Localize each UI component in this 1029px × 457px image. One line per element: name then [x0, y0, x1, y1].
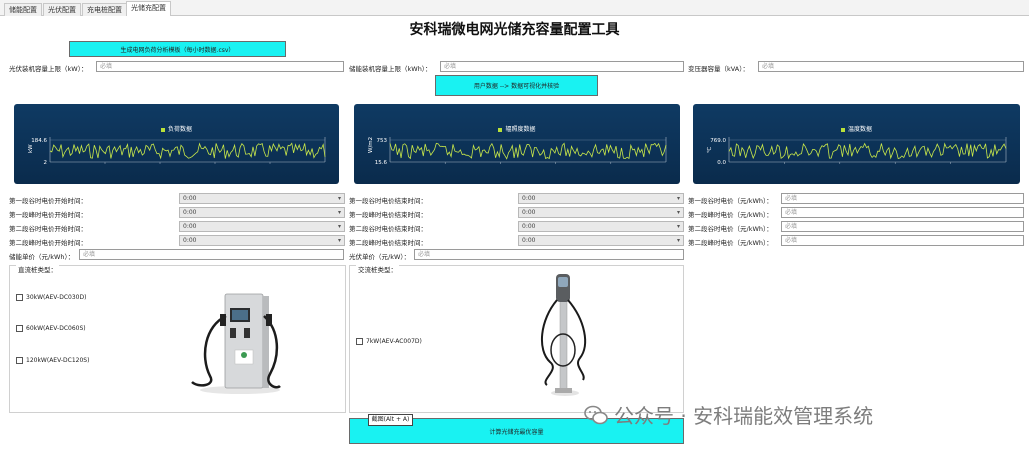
y-unit-label: W/m2 [368, 137, 374, 153]
temperature-chart: 温度数据 769.0 0.0 ℃ [693, 104, 1020, 184]
dc-option-60kw[interactable]: 60kW(AEV-DC060S) [16, 325, 86, 332]
chevron-down-icon: ▾ [337, 237, 341, 244]
peak1-end-select[interactable]: 0:00 ▾ [518, 207, 684, 218]
series-line [49, 142, 326, 160]
peak1-start-select[interactable]: 0:00 ▾ [179, 207, 345, 218]
valley1-end-select[interactable]: 0:00 ▾ [518, 193, 684, 204]
dc-charger-group-title: 直流桩类型： [16, 264, 59, 274]
pv-unit-price-input[interactable]: 必填 [414, 249, 684, 260]
y-max-tick: 753 [377, 138, 388, 144]
screenshot-tooltip: 截图(Alt + A) [368, 414, 413, 426]
load-chart: 负荷数据 184.6 2 kW [14, 104, 339, 184]
peak2-end-label: 第二段峰时电价结束时间： [349, 239, 427, 247]
chevron-down-icon: ▾ [676, 237, 680, 244]
valley1-price-label: 第一段谷时电价（元/kWh）： [688, 197, 773, 205]
visualize-data-button[interactable]: 用户数据 --> 数据可视化并核验 [435, 75, 598, 96]
storage-capacity-input[interactable]: 必填 [440, 61, 684, 72]
dc-charger-image [191, 293, 281, 394]
y-min-tick: 15.6 [375, 160, 388, 166]
ac-charger-group-title: 交流桩类型： [356, 264, 399, 274]
valley1-price-input[interactable]: 必填 [781, 193, 1024, 204]
pv-capacity-label: 光伏装机容量上限（kW）： [9, 65, 88, 73]
pv-capacity-input[interactable]: 必填 [96, 61, 344, 72]
storage-unit-price-label: 储能单价（元/kWh）： [9, 253, 75, 261]
peak1-end-label: 第一段峰时电价结束时间： [349, 211, 427, 219]
chevron-down-icon: ▾ [337, 223, 341, 230]
pv-unit-price-label: 光伏单价（元/kW）： [349, 253, 411, 261]
valley2-end-label: 第二段谷时电价结束时间： [349, 225, 427, 233]
generate-template-button[interactable]: 生成电网负荷分析模板（每小时数据.csv） [69, 41, 286, 57]
temperature-chart-plot: 769.0 0.0 ℃ [706, 137, 1007, 166]
chevron-down-icon: ▾ [676, 223, 680, 230]
peak2-start-select[interactable]: 0:00 ▾ [179, 235, 345, 246]
tab-charger-config[interactable]: 充电桩配置 [82, 3, 127, 16]
dc-option-30kw[interactable]: 30kW(AEV-DC030D) [16, 294, 86, 301]
chevron-down-icon: ▾ [676, 209, 680, 216]
valley2-end-select[interactable]: 0:00 ▾ [518, 221, 684, 232]
y-max-tick: 769.0 [710, 138, 726, 144]
tab-pv-storage-charger-config[interactable]: 光储充配置 [126, 1, 171, 16]
storage-capacity-label: 储能装机容量上限（kWh）： [349, 65, 432, 73]
y-unit-label: kW [28, 144, 34, 153]
y-max-tick: 184.6 [31, 138, 47, 144]
y-unit-label: ℃ [706, 147, 713, 153]
peak2-price-input[interactable]: 必填 [781, 235, 1024, 246]
transformer-capacity-input[interactable]: 必填 [758, 61, 1024, 72]
y-min-tick: 0.0 [717, 160, 726, 166]
peak2-end-select[interactable]: 0:00 ▾ [518, 235, 684, 246]
tab-storage-config[interactable]: 储能配置 [4, 3, 42, 16]
chevron-down-icon: ▾ [337, 209, 341, 216]
chevron-down-icon: ▾ [337, 195, 341, 202]
irradiance-chart-plot: 753 15.6 W/m2 [368, 137, 667, 166]
valley1-start-select[interactable]: 0:00 ▾ [179, 193, 345, 204]
watermark: 公众号 · 安科瑞能效管理系统 [584, 400, 873, 429]
irradiance-chart: 辐照度数据 753 15.6 W/m2 [354, 104, 680, 184]
transformer-capacity-label: 变压器容量（kVA）： [688, 65, 749, 73]
dc-charger-group: 直流桩类型： 30kW(AEV-DC030D) 60kW(AEV-DC060S)… [9, 264, 346, 413]
ac-charger-group: 交流桩类型： 7kW(AEV-AC007D) [349, 264, 684, 413]
peak1-price-label: 第一段峰时电价（元/kWh）： [688, 211, 773, 219]
checkbox-icon[interactable] [356, 338, 363, 345]
y-min-tick: 2 [44, 160, 48, 166]
ac-charger-image [540, 274, 587, 396]
storage-unit-price-input[interactable]: 必填 [79, 249, 344, 260]
wechat-icon [584, 405, 608, 424]
valley2-start-select[interactable]: 0:00 ▾ [179, 221, 345, 232]
valley2-start-label: 第二段谷时电价开始时间： [9, 225, 87, 233]
valley1-start-label: 第一段谷时电价开始时间： [9, 197, 87, 205]
chevron-down-icon: ▾ [676, 195, 680, 202]
peak1-price-input[interactable]: 必填 [781, 207, 1024, 218]
load-chart-plot: 184.6 2 kW [28, 137, 326, 166]
checkbox-icon[interactable] [16, 294, 23, 301]
tab-pv-config[interactable]: 光伏配置 [43, 3, 81, 16]
peak2-start-label: 第二段峰时电价开始时间： [9, 239, 87, 247]
dc-option-120kw[interactable]: 120kW(AEV-DC120S) [16, 357, 89, 364]
peak1-start-label: 第一段峰时电价开始时间： [9, 211, 87, 219]
valley2-price-label: 第二段谷时电价（元/kWh）： [688, 225, 773, 233]
valley2-price-input[interactable]: 必填 [781, 221, 1024, 232]
tab-bar: 储能配置 光伏配置 充电桩配置 光储充配置 [0, 0, 1029, 16]
checkbox-icon[interactable] [16, 357, 23, 364]
series-line [728, 142, 1007, 160]
checkbox-icon[interactable] [16, 325, 23, 332]
peak2-price-label: 第二段峰时电价（元/kWh）： [688, 239, 773, 247]
page-title: 安科瑞微电网光储充容量配置工具 [409, 22, 620, 38]
series-line [389, 142, 667, 160]
valley1-end-label: 第一段谷时电价结束时间： [349, 197, 427, 205]
ac-option-7kw[interactable]: 7kW(AEV-AC007D) [356, 338, 422, 345]
